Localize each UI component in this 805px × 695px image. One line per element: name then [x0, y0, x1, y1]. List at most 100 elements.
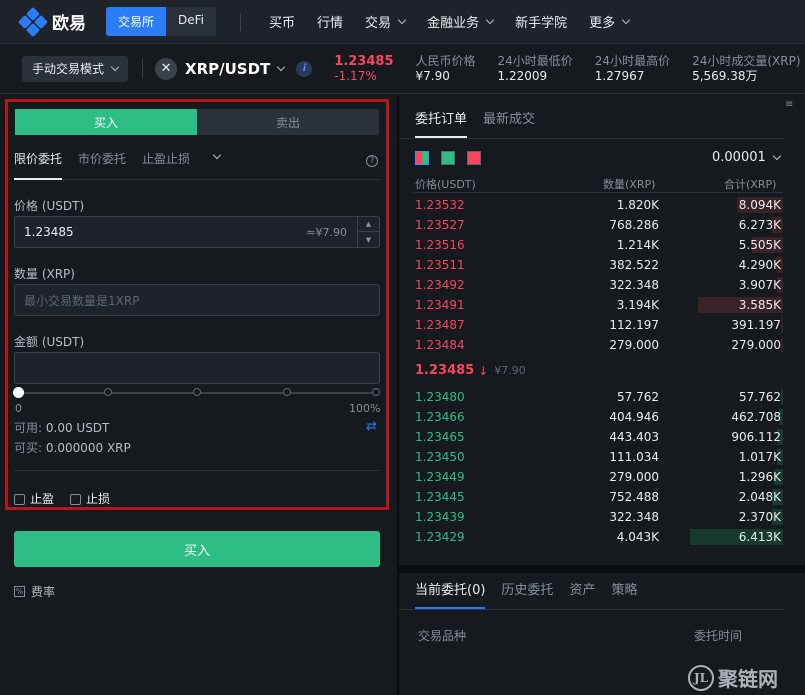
ask-row[interactable]: 1.23511 382.522 4.290K: [413, 255, 783, 275]
bid-row[interactable]: 1.23466 404.946 462.708: [413, 407, 783, 427]
panel-menu-icon[interactable]: ≡: [785, 99, 805, 110]
view-bids-icon[interactable]: [441, 151, 455, 165]
nav-finance[interactable]: 金融业务: [427, 12, 495, 31]
nav-trade[interactable]: 交易: [365, 12, 407, 31]
checkbox-icon: [14, 493, 25, 505]
increment-icon[interactable]: ▲: [358, 217, 379, 232]
ask-row[interactable]: 1.23491 3.194K 3.585K: [413, 295, 783, 315]
row-price: 1.23491: [415, 298, 465, 312]
available-balance: 可用: 0.00 USDT: [14, 419, 109, 436]
buy-submit-button[interactable]: 买入: [14, 531, 380, 567]
nav-markets[interactable]: 行情: [317, 12, 343, 31]
trade-mode-label: 手动交易模式: [32, 62, 105, 76]
tab-exchange[interactable]: 交易所: [106, 7, 167, 36]
trade-mode-select[interactable]: 手动交易模式: [22, 55, 129, 82]
sell-tab[interactable]: 卖出: [197, 109, 379, 135]
stat-label: 人民币价格: [415, 53, 476, 68]
order-book-tabs: 委托订单 最新成交: [415, 108, 551, 138]
fee-rate-link[interactable]: % 费率: [14, 583, 55, 600]
bid-row[interactable]: 1.23449 279.000 1.296K: [413, 467, 783, 487]
nav-buy-crypto[interactable]: 买币: [269, 12, 295, 31]
mid-price: 1.23485 ↓ ¥7.90: [415, 363, 526, 378]
buy-tab[interactable]: 买入: [15, 109, 197, 135]
depth-bar: [781, 389, 783, 405]
precision-value: 0.00001: [712, 150, 766, 165]
slider-min-label: 0: [15, 402, 22, 415]
row-quantity: 322.348: [609, 278, 659, 292]
ask-row[interactable]: 1.23487 112.197 391.197: [413, 315, 783, 335]
bid-row[interactable]: 1.23439 322.348 2.370K: [413, 507, 783, 527]
tab-defi[interactable]: DeFi: [166, 7, 216, 36]
tab-stop-order[interactable]: 止盈止损: [142, 150, 222, 180]
last-price: 1.23485 -1.17%: [334, 54, 393, 84]
amount-input[interactable]: [14, 352, 380, 384]
ask-row[interactable]: 1.23492 322.348 3.907K: [413, 275, 783, 295]
tab-open-orders[interactable]: 当前委托(0): [415, 579, 486, 609]
slider-step[interactable]: [193, 388, 201, 396]
bid-row[interactable]: 1.23465 443.403 906.112: [413, 427, 783, 447]
logo[interactable]: 欧易: [17, 6, 86, 37]
quantity-input[interactable]: 最小交易数量是1XRP: [14, 284, 380, 316]
can-buy-value: 0.000000 XRP: [45, 441, 131, 455]
bid-row[interactable]: 1.23445 752.488 2.048K: [413, 487, 783, 507]
pair-selector[interactable]: XRP/USDT: [185, 60, 286, 78]
checkbox-icon: [70, 493, 81, 505]
slider-handle[interactable]: [13, 387, 24, 398]
row-quantity: 322.348: [609, 510, 659, 524]
row-quantity: 4.043K: [616, 530, 659, 544]
buy-sell-toggle: 买入 卖出: [15, 109, 379, 135]
row-quantity: 279.000: [609, 470, 659, 484]
tab-assets[interactable]: 资产: [569, 579, 595, 609]
row-quantity: 3.194K: [616, 298, 659, 312]
depth-bar: [781, 317, 783, 333]
stat-value: 1.27967: [594, 68, 645, 83]
chevron-down-icon: [485, 15, 495, 25]
stat-label: 24小时成交量(XRP): [692, 53, 801, 68]
tab-latest-trades[interactable]: 最新成交: [483, 108, 535, 138]
transfer-icon[interactable]: ⇄: [366, 419, 377, 434]
tab-limit-order[interactable]: 限价委托: [14, 150, 63, 180]
info-icon[interactable]: i: [296, 60, 313, 77]
bid-row[interactable]: 1.23450 111.034 1.017K: [413, 447, 783, 467]
stat-24h-high: 24小时最高价 1.27967: [595, 54, 670, 84]
ticker-divider: [142, 58, 144, 79]
row-total: 6.273K: [738, 218, 781, 232]
slider-step[interactable]: [372, 388, 380, 396]
view-both-icon[interactable]: [415, 151, 429, 165]
nav-more[interactable]: 更多: [589, 12, 631, 31]
ask-row[interactable]: 1.23532 1.820K 8.094K: [413, 195, 783, 215]
amount-slider[interactable]: [13, 387, 380, 398]
slider-step[interactable]: [283, 388, 291, 396]
view-asks-icon[interactable]: [467, 151, 481, 165]
divider: [399, 138, 785, 139]
divider: [399, 609, 785, 610]
tab-market-order[interactable]: 市价委托: [78, 150, 126, 180]
top-nav: 欧易 交易所 DeFi 买币 行情 交易 金融业务 新手学院 更多: [0, 0, 805, 44]
price-stepper: ▲ ▼: [357, 217, 379, 247]
bid-row[interactable]: 1.23429 4.043K 6.413K: [413, 527, 783, 547]
row-quantity: 443.403: [609, 430, 659, 444]
price-input[interactable]: 1.23485 ≈¥7.90 ▲ ▼: [14, 216, 380, 248]
bid-row[interactable]: 1.23480 57.762 57.762: [413, 387, 783, 407]
ask-row[interactable]: 1.23484 279.000 279.000: [413, 335, 783, 355]
decrement-icon[interactable]: ▼: [358, 232, 379, 247]
row-price: 1.23484: [415, 338, 465, 352]
nav-academy[interactable]: 新手学院: [515, 12, 567, 31]
tab-strategy[interactable]: 策略: [611, 579, 637, 609]
stat-label: 24小时最高价: [594, 53, 671, 68]
ask-row[interactable]: 1.23527 768.286 6.273K: [413, 215, 783, 235]
slider-step[interactable]: [104, 388, 112, 396]
precision-select[interactable]: 0.00001: [712, 150, 782, 165]
nav-trade-label: 交易: [365, 16, 392, 31]
row-total: 3.585K: [738, 298, 781, 312]
row-price: 1.23445: [415, 490, 465, 504]
ask-row[interactable]: 1.23516 1.214K 5.505K: [413, 235, 783, 255]
stop-loss-checkbox[interactable]: 止损: [70, 490, 111, 508]
tab-order-history[interactable]: 历史委托: [501, 579, 553, 609]
col-total-header: 合计(XRP): [724, 178, 777, 191]
take-profit-checkbox[interactable]: 止盈: [14, 490, 55, 508]
row-quantity: 112.197: [609, 318, 659, 332]
col-qty-header: 数量(XRP): [603, 178, 656, 191]
tab-order-book[interactable]: 委托订单: [415, 108, 468, 138]
help-icon[interactable]: ?: [366, 155, 378, 167]
